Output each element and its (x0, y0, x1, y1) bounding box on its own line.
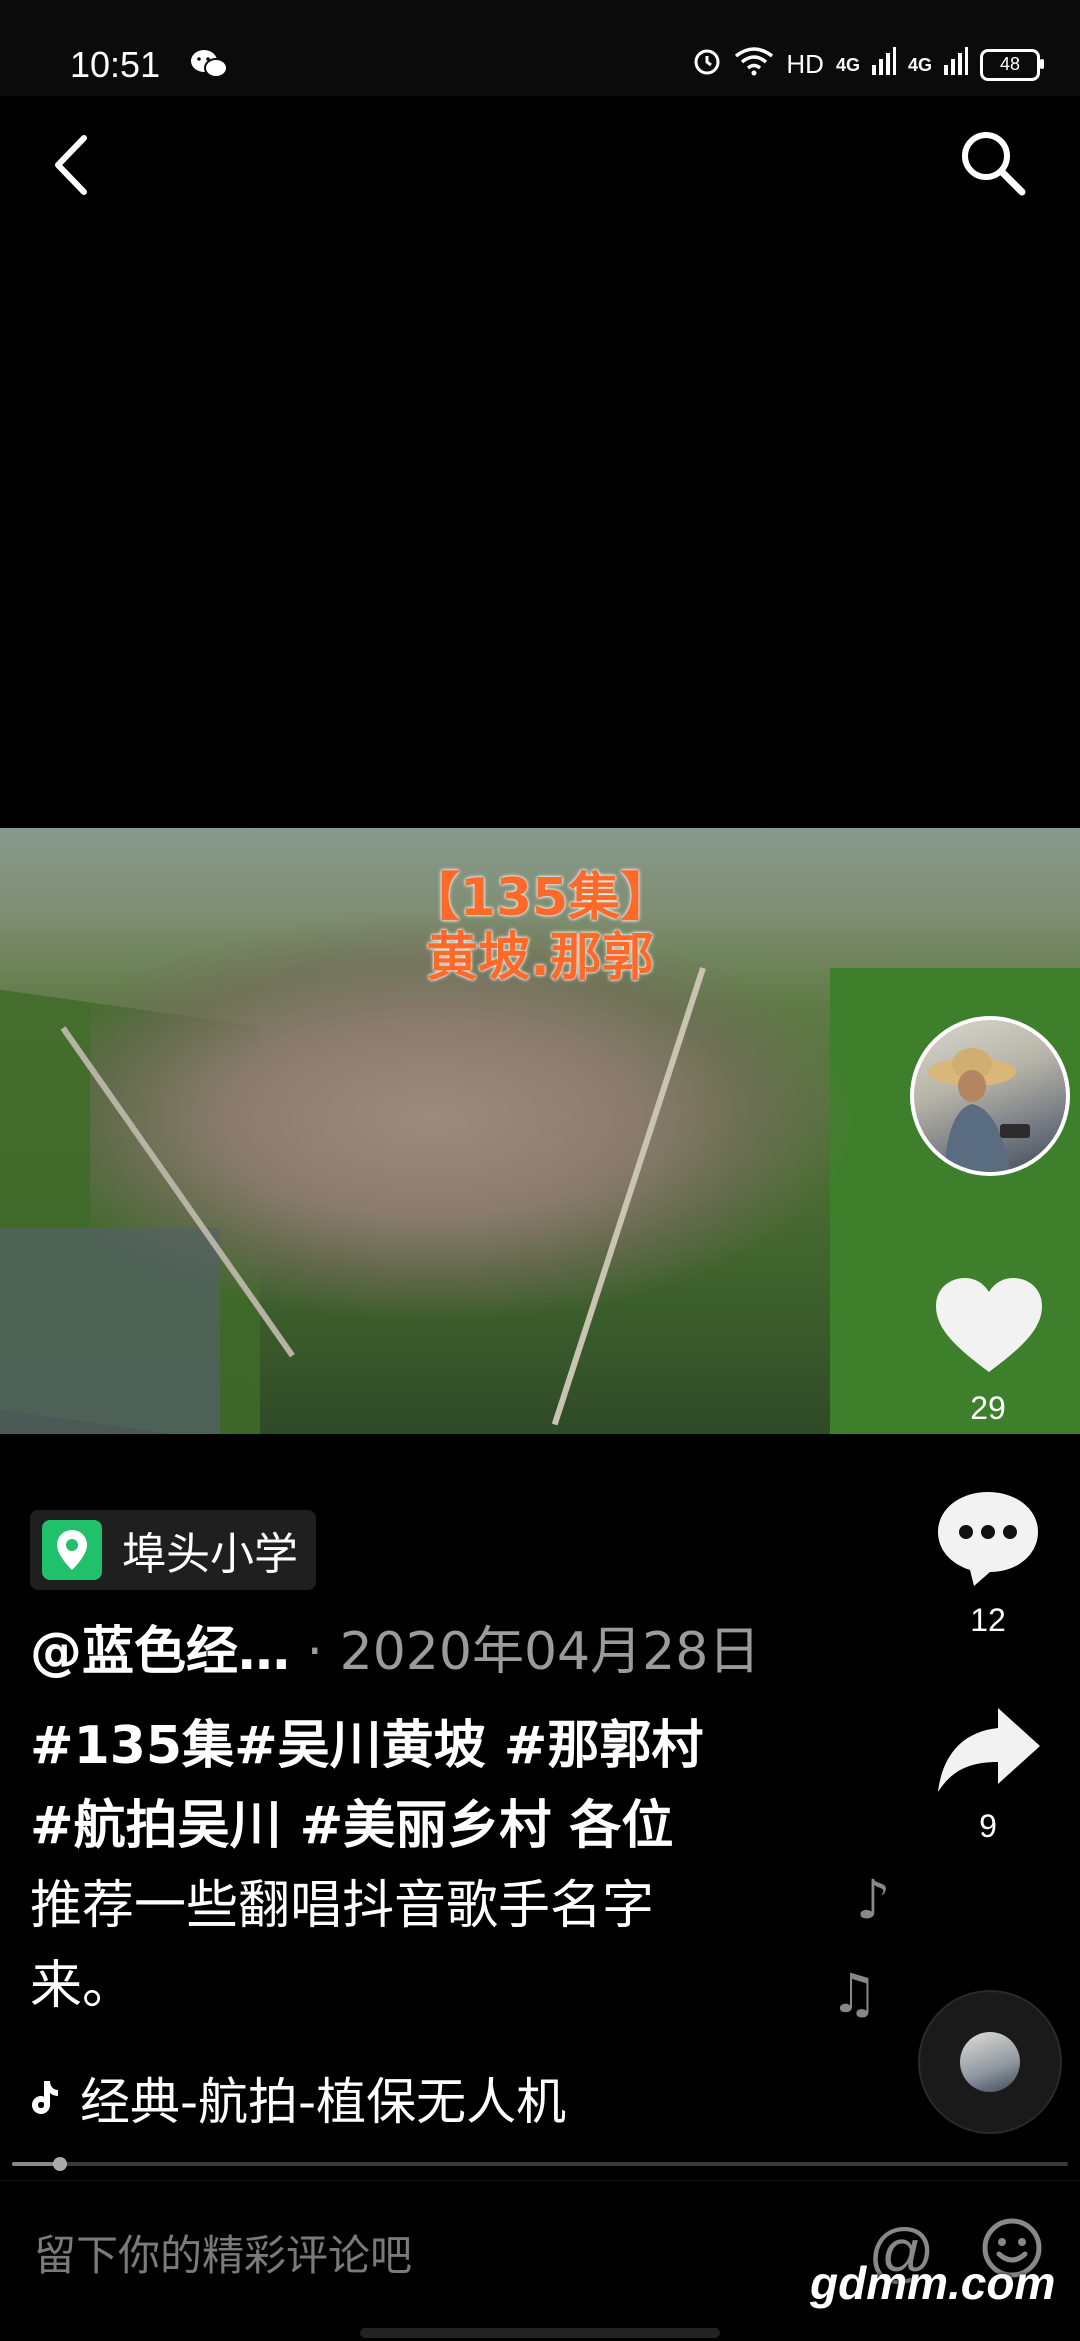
signal-bars-icon (871, 47, 896, 82)
video-overlay-line2: 黄坡.那郭 (426, 928, 654, 988)
video-progress-bar[interactable] (12, 2157, 1068, 2171)
progress-handle[interactable] (52, 2157, 67, 2171)
video-overlay-title: 【135集】 黄坡.那郭 (0, 868, 1080, 988)
signal-4g-2-label: 4G (907, 54, 932, 75)
comment-button[interactable] (934, 1488, 1042, 1592)
music-note-icon: ♫ (830, 1962, 879, 2025)
author-avatar[interactable] (910, 1016, 1070, 1176)
share-count: 9 (979, 1808, 997, 1844)
video-pond (0, 1228, 220, 1434)
search-icon (962, 132, 1026, 196)
caption-line: #航拍吴川 #美丽乡村 各位 (30, 1786, 790, 1866)
signal-4g-1-label: 4G (835, 54, 860, 75)
signal-4g-1: 4G (836, 56, 860, 74)
song-marquee[interactable]: 经典-航拍-植保无人机 (30, 2062, 566, 2134)
heart-icon (936, 1278, 1042, 1372)
location-label: 埠头小学 (122, 1529, 298, 1580)
caption-line[interactable]: #135集#吴川黄坡 #那郭村 (30, 1706, 790, 1786)
location-tag[interactable]: 埠头小学 (30, 1510, 316, 1590)
caption-line: 来。 (30, 1956, 135, 2016)
author-name[interactable]: @蓝色经… (30, 1622, 290, 1682)
hd-label: HD (786, 49, 824, 79)
caption-line: 推荐一些翻唱抖音歌手名字 (30, 1876, 655, 1936)
tiktok-note-icon (30, 2069, 60, 2127)
status-bar: 10:51 HD 4G 4G 48 (0, 0, 1080, 96)
video-overlay-line1: 【135集】 (407, 868, 673, 928)
comment-bubble-icon (938, 1492, 1038, 1586)
music-disc-cover (960, 2032, 1020, 2092)
like-button[interactable] (934, 1276, 1044, 1380)
battery-level: 48 (999, 54, 1021, 74)
chevron-left-icon (55, 135, 87, 195)
song-title: 经典-航拍-植保无人机 (80, 2073, 567, 2131)
music-note-icon: ♪ (856, 1868, 891, 1931)
avatar-image (928, 1048, 1030, 1172)
author-line: @蓝色经… · 2020年04月28日 (30, 1616, 760, 1688)
home-indicator[interactable] (360, 2328, 720, 2338)
share-arrow-icon (938, 1708, 1040, 1792)
share-button[interactable] (934, 1706, 1042, 1798)
status-right-icons: HD 4G 4G 48 (692, 46, 1044, 83)
signal-4g-2: 4G (908, 56, 932, 74)
music-disc[interactable] (918, 1990, 1062, 2134)
post-date: · 2020年04月28日 (306, 1622, 761, 1682)
caption-line-2[interactable]: #航拍吴川 #美丽乡村 各位 (30, 1796, 673, 1856)
post-caption: #135集#吴川黄坡 #那郭村 #航拍吴川 #美丽乡村 各位 推荐一些翻唱抖音歌… (30, 1706, 790, 2026)
wifi-icon (734, 46, 774, 83)
signal-bars-2-icon (944, 47, 968, 82)
search-button[interactable] (958, 128, 1028, 198)
status-time: 10:51 (70, 44, 161, 85)
wechat-icon (190, 48, 228, 84)
comment-count: 12 (970, 1602, 1006, 1638)
battery-icon: 48 (980, 48, 1044, 81)
back-button[interactable] (48, 130, 96, 200)
like-count: 29 (970, 1390, 1006, 1426)
comment-input[interactable]: 留下你的精彩评论吧 (34, 2222, 412, 2283)
watermark: gdmm.com (810, 2257, 1056, 2309)
alarm-icon (692, 46, 722, 83)
location-pin-icon (42, 1520, 102, 1580)
